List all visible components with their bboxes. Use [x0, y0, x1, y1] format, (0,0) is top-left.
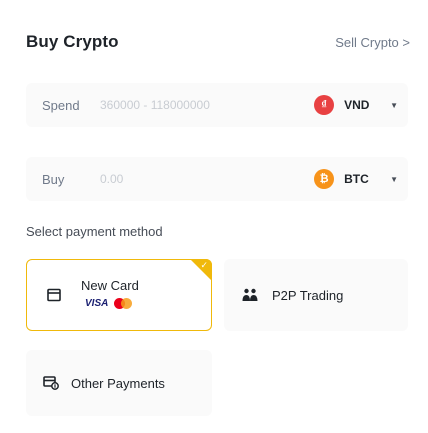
buy-label: Buy: [42, 171, 65, 187]
visa-logo: VISA: [85, 298, 109, 309]
spend-currency-code: VND: [344, 98, 370, 112]
spend-field[interactable]: Spend 360000 - 118000000 ₫ VND ▼: [26, 83, 408, 127]
payment-section-label: Select payment method: [26, 224, 163, 239]
page-title: Buy Crypto: [26, 32, 119, 51]
spend-label: Spend: [42, 97, 80, 113]
buy-currency-select[interactable]: ₿ BTC ▼: [314, 157, 398, 201]
chevron-down-icon: ▼: [390, 100, 398, 110]
payment-p2p-trading[interactable]: P2P Trading: [224, 259, 408, 331]
check-icon: ✓: [200, 260, 208, 270]
other-payments-label: Other Payments: [71, 375, 165, 391]
spend-amount-input[interactable]: 360000 - 118000000: [100, 98, 210, 112]
users-icon: [242, 288, 258, 301]
credit-card-icon: [47, 288, 61, 302]
card-brands: VISA: [81, 298, 133, 309]
buy-currency-code: BTC: [344, 172, 369, 186]
payment-new-card[interactable]: ✓ New Card VISA: [26, 259, 212, 331]
buy-amount-input[interactable]: 0.00: [100, 172, 123, 186]
page-header: Buy Crypto Sell Crypto >: [26, 30, 410, 54]
spend-currency-select[interactable]: ₫ VND ▼: [314, 83, 398, 127]
p2p-trading-label: P2P Trading: [272, 287, 344, 303]
btc-coin-icon: ₿: [314, 169, 335, 189]
payment-other[interactable]: Other Payments: [26, 350, 212, 416]
sell-crypto-link[interactable]: Sell Crypto >: [335, 35, 410, 50]
payment-card-icon: [43, 376, 59, 390]
buy-field[interactable]: Buy 0.00 ₿ BTC ▼: [26, 157, 408, 201]
chevron-down-icon: ▼: [390, 174, 398, 184]
vnd-coin-icon: ₫: [314, 95, 335, 115]
new-card-label: New Card: [81, 278, 139, 293]
mastercard-logo: [114, 298, 133, 309]
